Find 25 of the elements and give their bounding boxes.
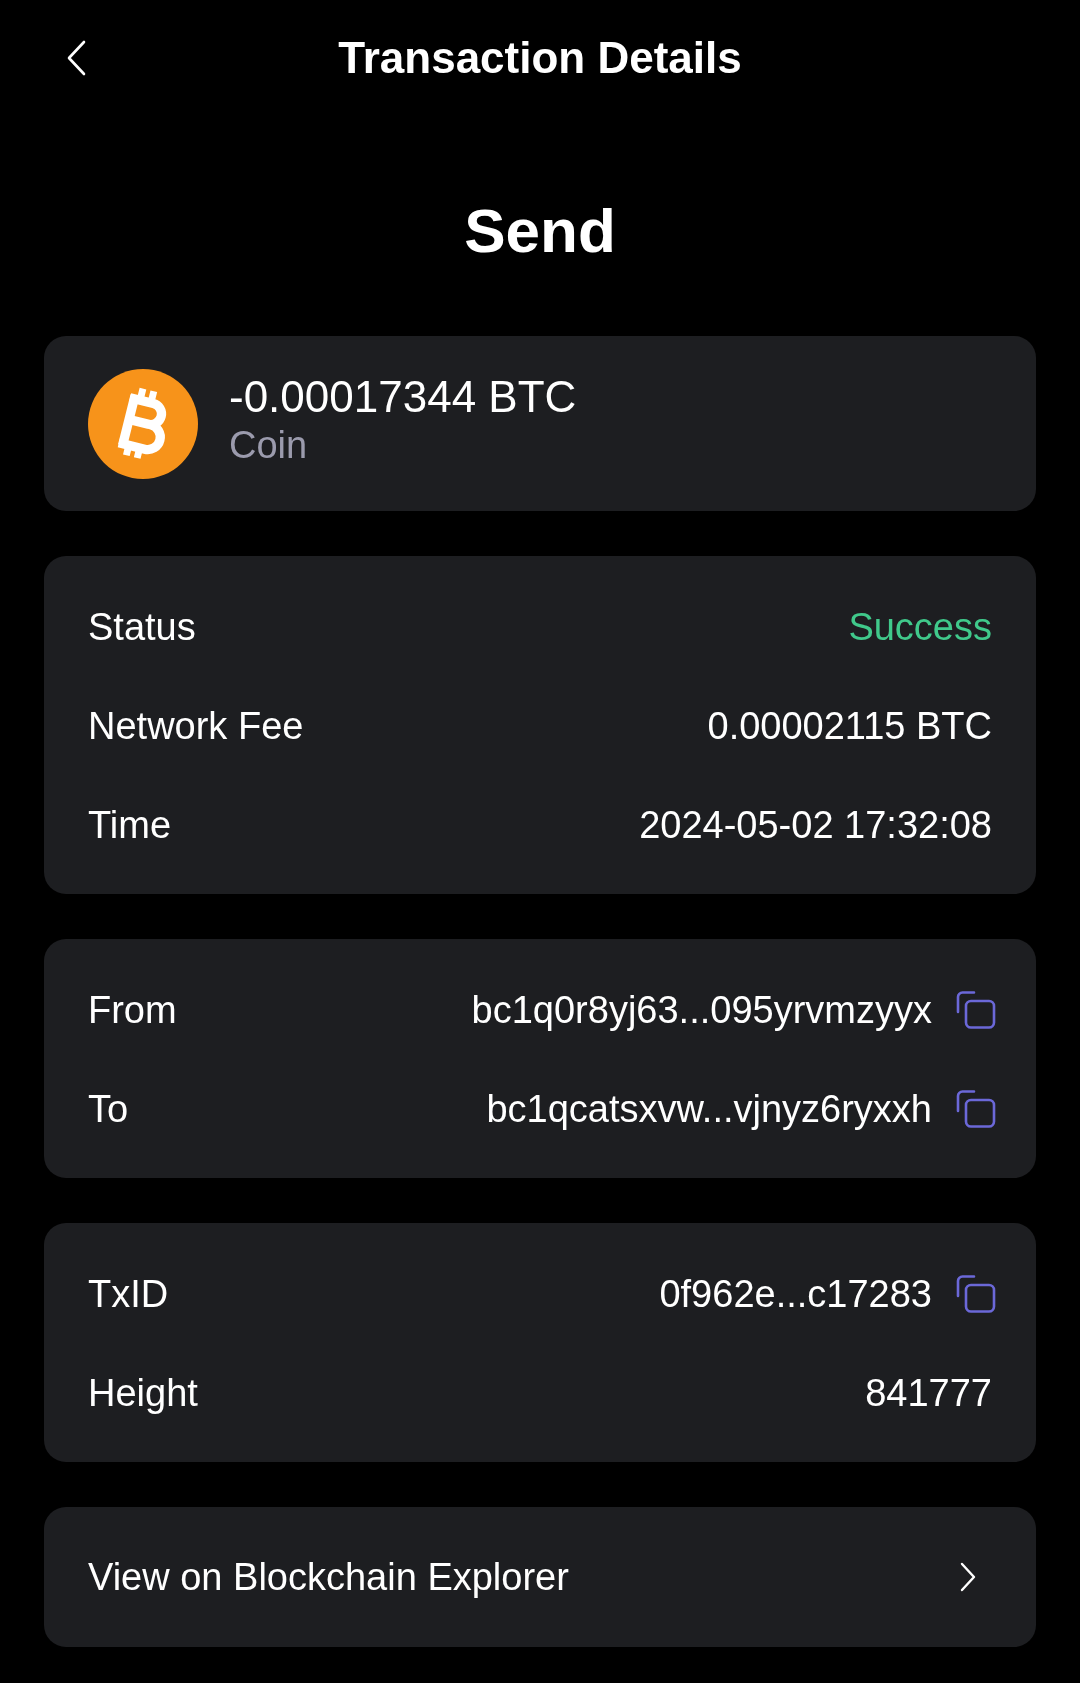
asset-type-label: Coin (229, 422, 309, 468)
copy-icon[interactable] (956, 1274, 996, 1313)
explorer-link-button[interactable]: View on Blockchain Explorer (44, 1507, 1036, 1647)
transaction-type-heading: Send (464, 195, 616, 267)
row-label: Status (88, 604, 196, 650)
page-title: Transaction Details (338, 32, 742, 84)
row-label: TxID (88, 1271, 169, 1317)
row-value: 841777 (865, 1370, 992, 1416)
row-label: Height (88, 1370, 198, 1416)
row-label: To (88, 1086, 129, 1132)
row-value: 2024-05-02 17:32:08 (639, 802, 992, 848)
row-value: 0.00002115 BTC (707, 703, 992, 749)
copy-icon[interactable] (956, 990, 996, 1029)
row-value: 0f962e...c17283 (659, 1271, 932, 1317)
row-value: bc1qcatsxvw...vjnyz6ryxxh (486, 1086, 932, 1132)
coin-icon (88, 368, 198, 479)
row-label: Time (88, 802, 172, 848)
amount-text: -0.00017344 BTC (229, 371, 577, 422)
back-icon[interactable] (66, 40, 86, 76)
chevron-right-icon (960, 1562, 976, 1592)
row-label: Network Fee (88, 703, 304, 749)
row-value: bc1q0r8yj63...095yrvmzyyx (471, 987, 932, 1033)
copy-icon[interactable] (956, 1089, 996, 1128)
row-label: From (88, 987, 177, 1033)
status-value: Success (848, 604, 992, 650)
